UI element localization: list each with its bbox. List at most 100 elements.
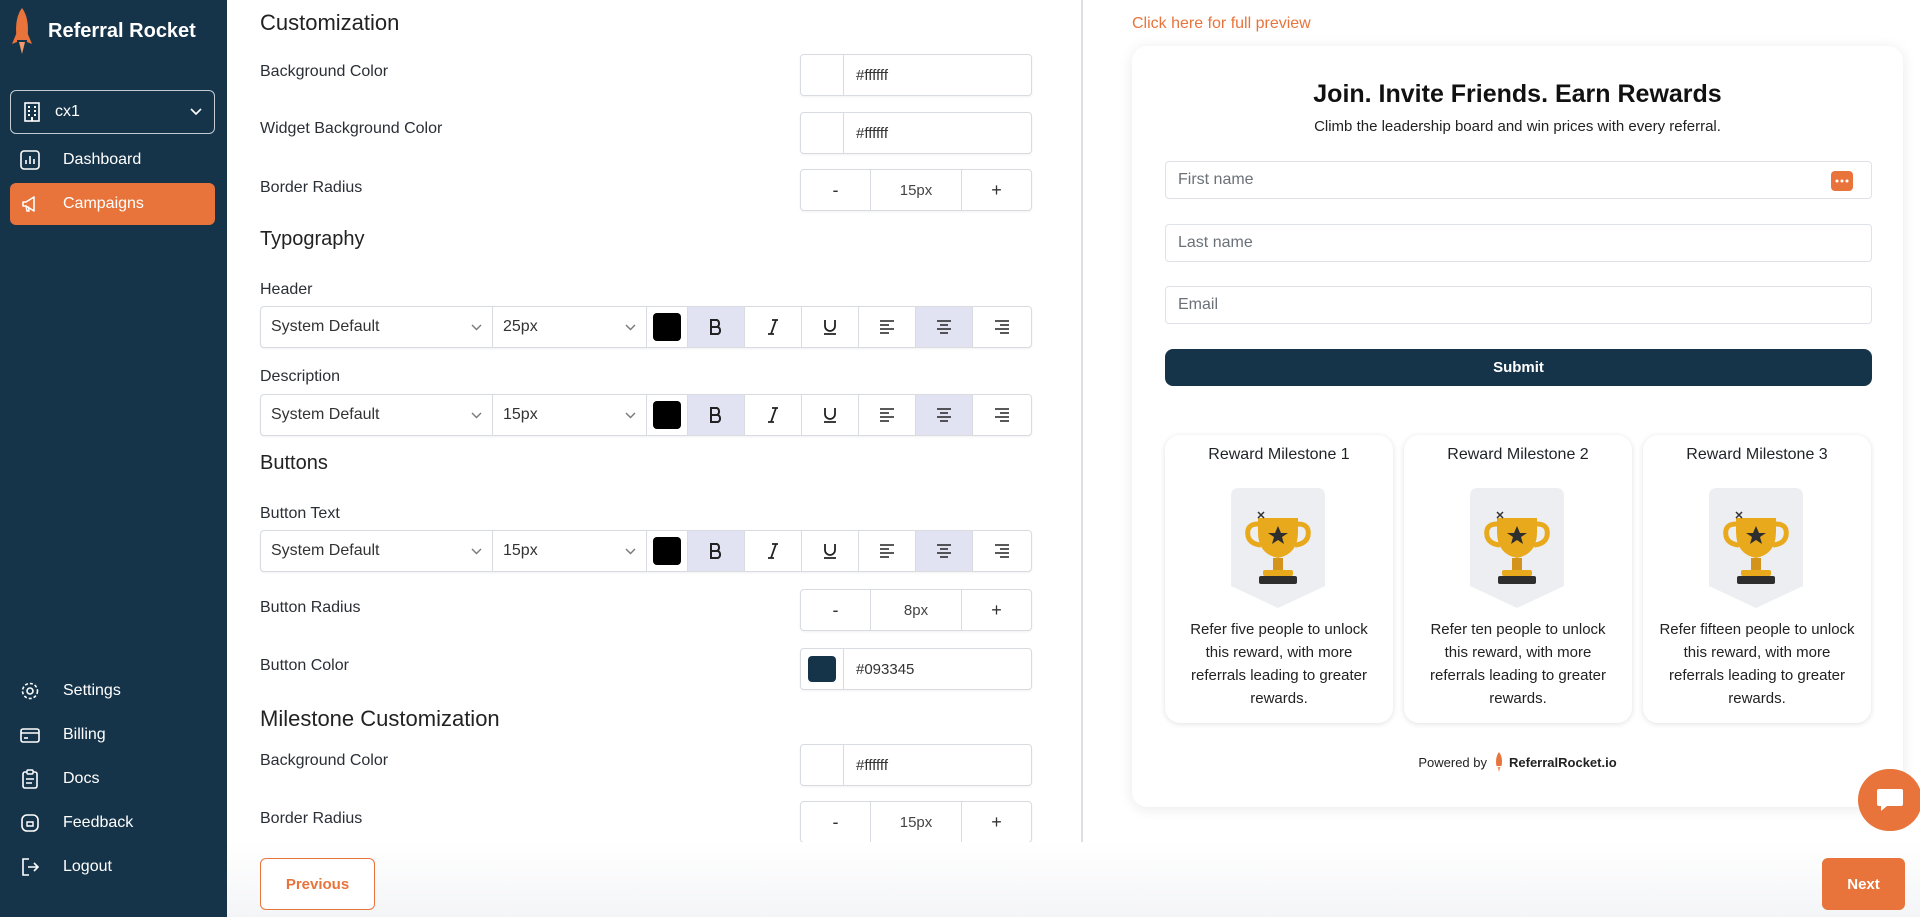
bold-button[interactable] <box>688 307 745 347</box>
stepper-value[interactable]: 15px <box>870 170 962 210</box>
full-preview-link[interactable]: Click here for full preview <box>1132 15 1311 33</box>
font-size-select[interactable]: 15px <box>493 395 647 435</box>
italic-button[interactable] <box>745 395 802 435</box>
milestone-description: Refer five people to unlock this reward,… <box>1190 621 1368 707</box>
last-name-input[interactable]: Last name <box>1165 224 1872 262</box>
font-size-select[interactable]: 15px <box>493 531 647 571</box>
align-right-button[interactable] <box>973 307 1030 347</box>
underline-icon <box>824 320 836 335</box>
align-right-icon <box>994 544 1009 558</box>
label-description: Description <box>260 368 341 385</box>
rocket-icon <box>1496 752 1502 772</box>
chat-icon <box>1877 789 1903 811</box>
megaphone-icon <box>19 193 41 215</box>
color-swatch[interactable] <box>801 745 844 785</box>
text-color-picker[interactable] <box>647 307 688 347</box>
italic-button[interactable] <box>745 531 802 571</box>
hex-value[interactable]: #093345 <box>844 649 914 689</box>
decrement-button[interactable]: - <box>801 170 870 210</box>
decrement-button[interactable]: - <box>801 590 870 630</box>
brand[interactable]: Referral Rocket <box>10 6 196 56</box>
align-right-button[interactable] <box>973 395 1030 435</box>
button-radius-stepper[interactable]: - 8px + <box>800 589 1032 631</box>
header-typography-toolbar: System Default 25px <box>260 306 1032 348</box>
italic-button[interactable] <box>745 307 802 347</box>
align-right-button[interactable] <box>973 531 1030 571</box>
nav-label: Settings <box>63 682 121 699</box>
color-swatch[interactable] <box>801 649 844 689</box>
chevron-down-icon <box>471 412 482 418</box>
trophy-icon <box>1231 488 1325 608</box>
panel-divider <box>1081 0 1083 842</box>
trophy-icon <box>1709 488 1803 608</box>
align-center-button[interactable] <box>916 307 973 347</box>
align-left-button[interactable] <box>859 307 916 347</box>
widget-background-color-input[interactable]: #ffffff <box>800 112 1032 154</box>
hex-value[interactable]: #ffffff <box>844 745 888 785</box>
nav-item-campaigns[interactable]: Campaigns <box>10 183 215 225</box>
underline-button[interactable] <box>802 307 859 347</box>
milestone-border-radius-stepper[interactable]: - 15px + <box>800 801 1032 843</box>
decrement-button[interactable]: - <box>801 802 870 842</box>
font-family-select[interactable]: System Default <box>261 307 493 347</box>
building-icon <box>24 102 40 122</box>
align-center-button[interactable] <box>916 395 973 435</box>
label-milestone-background-color: Background Color <box>260 752 389 769</box>
nav-item-dashboard[interactable]: Dashboard <box>10 139 215 181</box>
workspace-selector[interactable]: cx1 <box>10 90 215 134</box>
hex-value[interactable]: #ffffff <box>844 113 888 153</box>
milestone-background-color-input[interactable]: #ffffff <box>800 744 1032 786</box>
italic-icon <box>768 319 778 335</box>
label-border-radius: Border Radius <box>260 179 363 196</box>
bold-button[interactable] <box>688 531 745 571</box>
hex-value[interactable]: #ffffff <box>844 55 888 95</box>
autofill-icon[interactable] <box>1831 171 1853 191</box>
label-milestone-border-radius: Border Radius <box>260 810 363 827</box>
powered-by[interactable]: Powered by ReferralRocket.io <box>1132 751 1903 773</box>
font-size-select[interactable]: 25px <box>493 307 647 347</box>
text-color-picker[interactable] <box>647 531 688 571</box>
underline-button[interactable] <box>802 395 859 435</box>
align-left-button[interactable] <box>859 531 916 571</box>
align-right-icon <box>994 408 1009 422</box>
stepper-value[interactable]: 15px <box>870 802 962 842</box>
button-color-input[interactable]: #093345 <box>800 648 1032 690</box>
color-swatch[interactable] <box>801 113 844 153</box>
underline-icon <box>824 408 836 423</box>
submit-button[interactable]: Submit <box>1165 349 1872 386</box>
increment-button[interactable]: + <box>962 802 1031 842</box>
email-input[interactable]: Email <box>1165 286 1872 324</box>
clipboard-icon <box>19 768 41 790</box>
trophy-icon <box>1470 488 1564 608</box>
font-family-select[interactable]: System Default <box>261 395 493 435</box>
footer-bar: Previous Next <box>227 842 1920 917</box>
label-header: Header <box>260 281 313 298</box>
bold-button[interactable] <box>688 395 745 435</box>
text-color-picker[interactable] <box>647 395 688 435</box>
background-color-input[interactable]: #ffffff <box>800 54 1032 96</box>
next-button[interactable]: Next <box>1822 858 1905 910</box>
border-radius-stepper[interactable]: - 15px + <box>800 169 1032 211</box>
chat-widget-button[interactable] <box>1858 769 1920 831</box>
nav-item-feedback[interactable]: Feedback <box>10 802 215 844</box>
nav-item-settings[interactable]: Settings <box>10 670 215 712</box>
nav-label: Campaigns <box>63 195 144 212</box>
nav-item-logout[interactable]: Logout <box>10 846 215 888</box>
chevron-down-icon <box>190 108 202 116</box>
increment-button[interactable]: + <box>962 590 1031 630</box>
nav-item-billing[interactable]: Billing <box>10 714 215 756</box>
section-title-typography: Typography <box>260 228 365 250</box>
milestone-card-1: Reward Milestone 1 Refer five people to … <box>1165 435 1393 723</box>
label-widget-background-color: Widget Background Color <box>260 120 443 137</box>
nav-item-docs[interactable]: Docs <box>10 758 215 800</box>
stepper-value[interactable]: 8px <box>870 590 962 630</box>
align-left-button[interactable] <box>859 395 916 435</box>
color-swatch[interactable] <box>801 55 844 95</box>
previous-button[interactable]: Previous <box>260 858 375 910</box>
font-family-select[interactable]: System Default <box>261 531 493 571</box>
underline-button[interactable] <box>802 531 859 571</box>
increment-button[interactable]: + <box>962 170 1031 210</box>
first-name-input[interactable]: First name <box>1165 161 1872 199</box>
align-center-button[interactable] <box>916 531 973 571</box>
bold-icon <box>710 319 722 335</box>
